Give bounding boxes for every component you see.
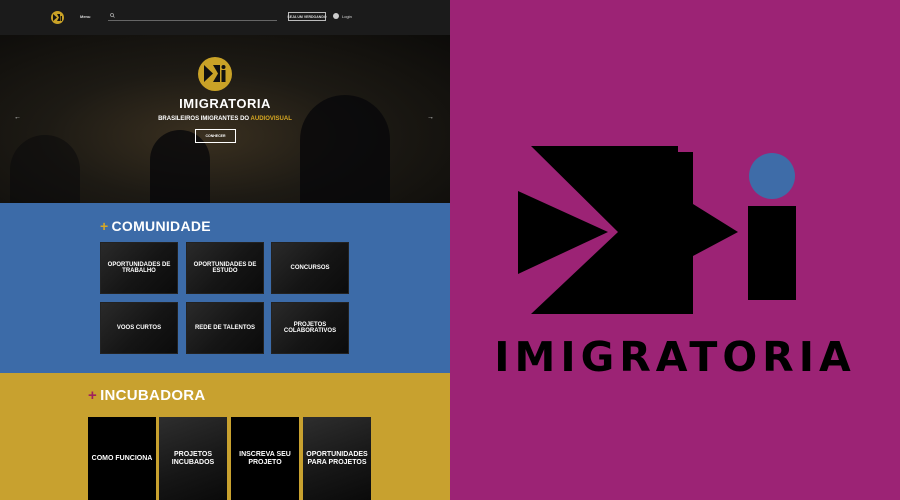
tile-projetos-incubados[interactable]: PROJETOS INCUBADOS (159, 417, 227, 500)
hero-subtitle-highlight: AUDIOVISUAL (250, 116, 292, 122)
plus-icon: + (100, 218, 109, 234)
user-avatar-icon (333, 13, 339, 19)
tile-oportunidades-projetos[interactable]: OPORTUNIDADES PARA PROJETOS (303, 417, 371, 500)
hero-subtitle-text: BRASILEIROS IMIGRANTES DO (158, 116, 251, 122)
imigratoria-logo-icon (518, 146, 796, 314)
brand-dot (749, 153, 795, 199)
website-mockup: Menu SEJA UM VERDOANDO Login IMIGRATORIA… (0, 0, 450, 500)
hero-cta-button[interactable]: CONHECER (195, 129, 236, 143)
search-input[interactable] (108, 11, 277, 21)
tile-projetos-colaborativos[interactable]: PROJETOS COLABORATIVOS (271, 302, 349, 354)
hero-subtitle: BRASILEIROS IMIGRANTES DO AUDIOVISUAL (0, 116, 450, 122)
hero-title: IMIGRATORIA (179, 96, 271, 111)
background-figure (300, 95, 390, 203)
comunidade-title: + COMUNIDADE (100, 218, 211, 234)
tile-inscreva-projeto[interactable]: INSCREVA SEU PROJETO (231, 417, 299, 500)
hero-logo-icon (198, 57, 232, 91)
brand-panel: IMIGRATORIA (450, 0, 900, 500)
incubadora-section: + INCUBADORA COMO FUNCIONA PROJETOS INCUB… (0, 373, 450, 500)
plus-icon: + (88, 387, 98, 404)
login-label: Login (342, 13, 352, 19)
tile-concursos[interactable]: CONCURSOS (271, 242, 349, 294)
menu-link[interactable]: Menu (80, 14, 90, 19)
incubadora-title: + INCUBADORA (88, 387, 206, 404)
search-icon (110, 13, 115, 18)
signup-button[interactable]: SEJA UM VERDOANDO (287, 12, 327, 21)
login-link[interactable]: Login (333, 13, 352, 19)
tile-oportunidades-estudo[interactable]: OPORTUNIDADES DE ESTUDO (186, 242, 264, 294)
tile-como-funciona[interactable]: COMO FUNCIONA (88, 417, 156, 500)
top-navigation-bar: Menu SEJA UM VERDOANDO Login (0, 0, 450, 35)
chevron-left-icon[interactable]: ← (14, 114, 21, 121)
comunidade-title-text: COMUNIDADE (111, 218, 211, 234)
comunidade-section: + COMUNIDADE OPORTUNIDADES DE TRABALHO OP… (0, 203, 450, 373)
tile-rede-talentos[interactable]: REDE DE TALENTOS (186, 302, 264, 354)
background-figure (10, 135, 80, 203)
brand-wordmark: IMIGRATORIA (494, 333, 856, 381)
hero-banner: IMIGRATORIA BRASILEIROS IMIGRANTES DO AU… (0, 35, 450, 203)
tile-oportunidades-trabalho[interactable]: OPORTUNIDADES DE TRABALHO (100, 242, 178, 294)
site-logo-icon[interactable] (51, 11, 64, 24)
incubadora-title-text: INCUBADORA (100, 387, 206, 404)
chevron-right-icon[interactable]: → (427, 114, 434, 121)
tile-voos-curtos[interactable]: VOOS CURTOS (100, 302, 178, 354)
